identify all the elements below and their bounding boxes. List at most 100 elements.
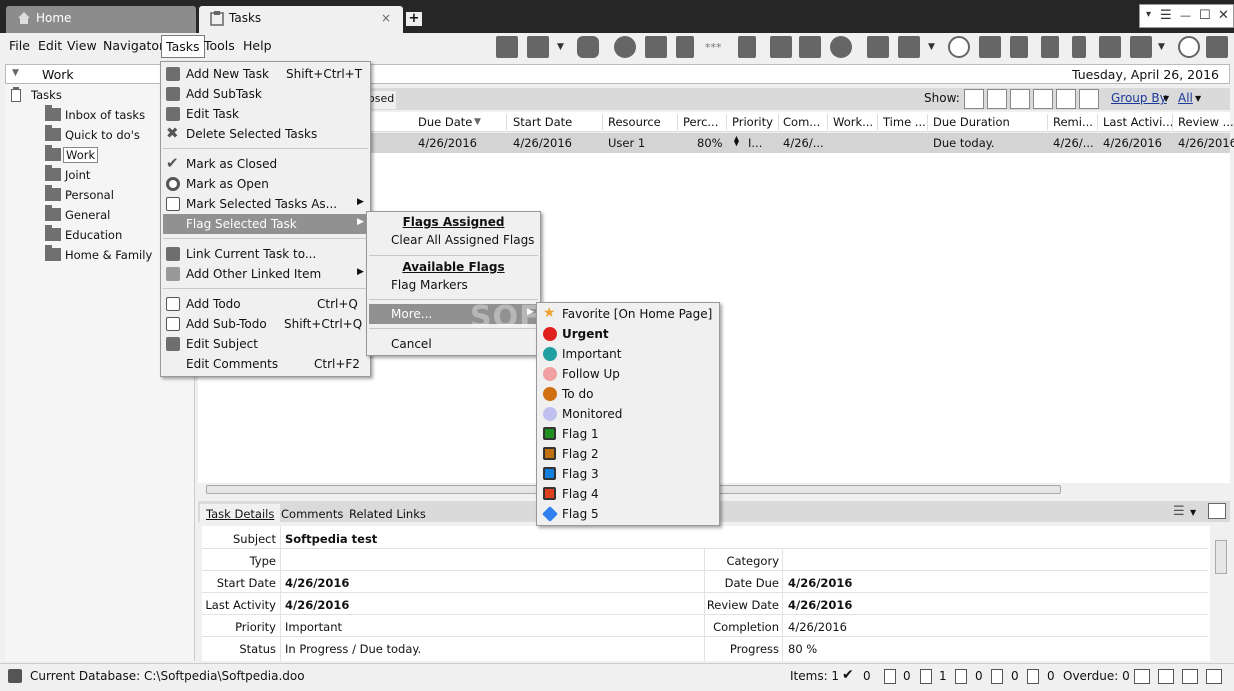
col-percent[interactable]: Perc... (683, 115, 718, 129)
hamburger-menu-icon[interactable]: ☰ (1160, 8, 1172, 23)
menu-file[interactable]: File (9, 38, 30, 53)
layout-icon[interactable] (1208, 503, 1226, 519)
menu-flag-selected-task[interactable]: Flag Selected Task ▶ (163, 214, 368, 234)
menu-help[interactable]: Help (243, 38, 272, 53)
layout-4-icon[interactable] (1206, 669, 1222, 684)
user-import-icon[interactable] (770, 36, 792, 58)
col-work[interactable]: Work... (833, 115, 873, 129)
col-reminder[interactable]: Remi... (1053, 115, 1093, 129)
menu-edit-comments[interactable]: Edit Comments Ctrl+F2 (163, 354, 368, 374)
show-all-tasks-icon[interactable] (964, 89, 984, 109)
tab-related-links[interactable]: Related Links (343, 504, 432, 522)
chevron-down-icon[interactable]: ▼ (1158, 42, 1165, 52)
menu-delete-tasks[interactable]: ✖ Delete Selected Tasks (163, 124, 368, 144)
menu-add-todo[interactable]: Add Todo Ctrl+Q (163, 294, 368, 314)
value-subject[interactable]: Softpedia test (285, 532, 377, 546)
col-completion[interactable]: Com... (783, 115, 820, 129)
chevron-down-icon[interactable]: ▼ (1190, 508, 1196, 517)
menu-tools[interactable]: Tools (204, 38, 235, 53)
clock-icon[interactable] (948, 36, 970, 58)
menu-tasks[interactable]: Tasks (161, 35, 205, 58)
grid-icon[interactable] (645, 36, 667, 58)
value-status[interactable]: In Progress / Due today. (285, 642, 421, 656)
value-last-activity[interactable]: 4/26/2016 (285, 598, 349, 612)
flag-to-do[interactable]: To do (539, 384, 717, 404)
layout-2-icon[interactable] (1158, 669, 1174, 684)
globe-icon[interactable] (614, 36, 636, 58)
col-review[interactable]: Review ... (1178, 115, 1234, 129)
col-time[interactable]: Time ... (883, 115, 926, 129)
clear-assigned-flags[interactable]: Clear All Assigned Flags (369, 230, 538, 250)
password-icon[interactable]: *** (705, 41, 722, 54)
value-priority[interactable]: Important (285, 620, 342, 634)
gear-icon[interactable] (830, 36, 852, 58)
table-row[interactable]: 4/26/2016 4/26/2016 User 1 80% ⧫ I... 4/… (370, 133, 1234, 153)
edit-note-icon[interactable] (898, 36, 920, 58)
menu-link-task[interactable]: Link Current Task to... (163, 244, 368, 264)
new-tab-button[interactable]: + (406, 12, 422, 26)
document-icon[interactable] (676, 36, 694, 58)
menu-edit-subject[interactable]: Edit Subject (163, 334, 368, 354)
col-start-date[interactable]: Start Date (513, 115, 572, 129)
menu-edit-task[interactable]: Edit Task (163, 104, 368, 124)
add-task-toolbar-icon[interactable] (496, 36, 518, 58)
flag-cancel[interactable]: Cancel (369, 334, 538, 354)
vertical-scrollbar[interactable] (1212, 526, 1230, 661)
edit-task-toolbar-icon[interactable] (527, 36, 549, 58)
tab-comments[interactable]: Comments (275, 504, 349, 522)
value-progress[interactable]: 80 % (788, 642, 817, 656)
maximize-button[interactable]: ☐ (1199, 8, 1211, 23)
chevron-down-icon[interactable]: ▼ (928, 42, 935, 52)
menu-add-sub-todo[interactable]: Add Sub-Todo Shift+Ctrl+Q (163, 314, 368, 334)
value-completion[interactable]: 4/26/2016 (788, 620, 847, 634)
bookmark-icon[interactable] (1072, 36, 1086, 58)
hourglass-icon[interactable] (1033, 89, 1053, 109)
value-start-date[interactable]: 4/26/2016 (285, 576, 349, 590)
layout-1-icon[interactable] (1134, 669, 1150, 684)
minimize-button[interactable]: — (1180, 9, 1191, 22)
clipboard-add-icon[interactable] (1010, 36, 1028, 58)
col-due-duration[interactable]: Due Duration (933, 115, 1010, 129)
week-filter-icon[interactable] (1056, 89, 1076, 109)
add-contact-icon[interactable] (979, 36, 1001, 58)
menu-mark-closed[interactable]: ✔ Mark as Closed (163, 154, 368, 174)
flag-important[interactable]: Important (539, 344, 717, 364)
close-window-button[interactable]: ✕ (1218, 8, 1229, 23)
tab-task-details[interactable]: Task Details (200, 504, 281, 522)
menu-add-new-task[interactable]: Add New Task Shift+Ctrl+T (163, 64, 368, 84)
alarm-icon[interactable] (1178, 36, 1200, 58)
dropdown-icon[interactable]: ▾ (1146, 9, 1151, 20)
tab-tasks[interactable]: Tasks × (199, 6, 403, 33)
tab-home[interactable]: Home (6, 6, 196, 33)
checkmark-icon[interactable] (987, 89, 1007, 109)
mail-icon[interactable] (1130, 36, 1152, 58)
layout-3-icon[interactable] (1182, 669, 1198, 684)
menu-mark-selected-as[interactable]: Mark Selected Tasks As... ▶ (163, 194, 368, 214)
chevron-down-icon[interactable]: ▼ (12, 68, 19, 78)
tree-root-tasks[interactable]: Tasks (11, 87, 181, 105)
menu-add-subtask[interactable]: Add SubTask (163, 84, 368, 104)
mail-star-icon[interactable] (1099, 36, 1121, 58)
col-resource[interactable]: Resource (608, 115, 661, 129)
group-by-dropdown[interactable]: Group By (1111, 91, 1167, 105)
col-priority[interactable]: Priority (732, 115, 773, 129)
flag-3[interactable]: Flag 3 (539, 464, 717, 484)
flag-2[interactable]: Flag 2 (539, 444, 717, 464)
flag-monitored[interactable]: Monitored (539, 404, 717, 424)
close-tab-icon[interactable]: × (381, 11, 391, 25)
flag-5[interactable]: Flag 5 (539, 504, 717, 524)
menu-add-linked-item[interactable]: Add Other Linked Item ▶ (163, 264, 368, 284)
shield-icon[interactable] (577, 36, 599, 58)
all-dropdown[interactable]: All (1178, 91, 1193, 105)
pin-icon[interactable] (1041, 36, 1059, 58)
flag-4[interactable]: Flag 4 (539, 484, 717, 504)
add-note-icon[interactable] (867, 36, 889, 58)
flag-follow-up[interactable]: Follow Up (539, 364, 717, 384)
search-list-icon[interactable] (799, 36, 821, 58)
scroll-thumb[interactable] (1215, 540, 1227, 574)
hamburger-menu-icon[interactable]: ☰ (1173, 504, 1185, 519)
chevron-down-icon[interactable]: ▼ (1163, 94, 1169, 103)
flag-1[interactable]: Flag 1 (539, 424, 717, 444)
chevron-down-icon[interactable]: ▼ (1195, 94, 1201, 103)
menu-view[interactable]: View (67, 38, 97, 53)
